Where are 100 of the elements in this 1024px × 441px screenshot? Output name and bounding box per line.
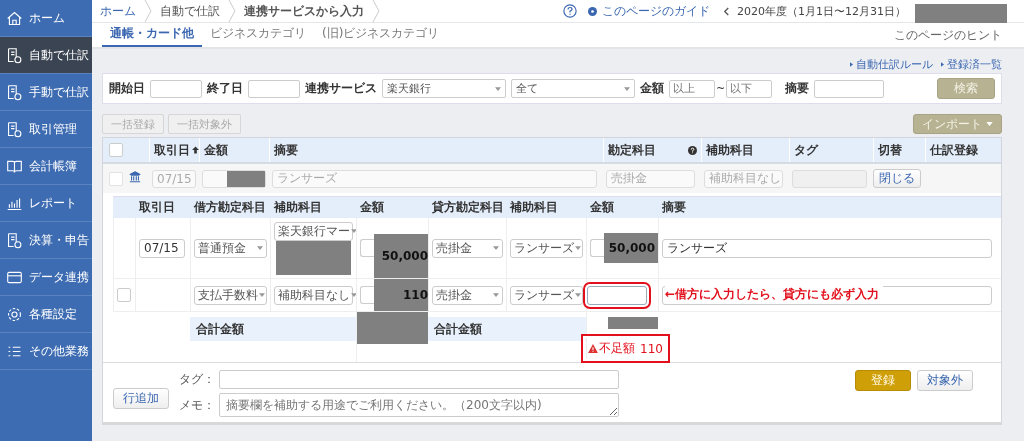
amount-value: 50,000 <box>608 241 655 255</box>
sidebar-item[interactable]: レポート <box>0 185 92 222</box>
help-icon[interactable] <box>563 4 577 18</box>
sidebar-item[interactable]: 決算・申告 <box>0 222 92 259</box>
caret-icon <box>257 246 263 250</box>
tag-field[interactable] <box>792 169 867 188</box>
caret-icon <box>351 293 357 297</box>
chevron-icon <box>144 0 152 22</box>
sub-account-dropdown[interactable]: ランサーズ <box>510 285 583 305</box>
column-header: 摘要 <box>269 138 603 162</box>
exclude-button[interactable]: 対象外 <box>917 370 973 391</box>
column-header[interactable]: 取引日 <box>149 138 199 162</box>
warning-icon <box>588 344 599 353</box>
min-amount-field[interactable]: 以上 <box>669 79 715 98</box>
column-header: 金額 <box>359 199 385 216</box>
tab[interactable]: (旧)ビジネスカテゴリ <box>314 23 448 47</box>
sidebar-item[interactable]: 各種設定 <box>0 296 92 333</box>
caret-icon <box>986 122 993 126</box>
sidebar-item[interactable]: その他業務 <box>0 333 92 370</box>
bullet-icon <box>588 6 597 16</box>
sort-arrow-icon <box>192 146 199 154</box>
previous-icon[interactable] <box>723 6 730 16</box>
breadcrumb-link[interactable]: ホーム <box>92 2 144 20</box>
column-header: 摘要 <box>661 199 687 216</box>
column-header: 補助科目 <box>509 199 559 216</box>
sidebar-item[interactable]: データ連携 <box>0 259 92 296</box>
close-button[interactable]: 閉じる <box>873 169 921 188</box>
caret-icon <box>575 293 581 297</box>
caret-icon <box>493 246 499 250</box>
credit-account-dropdown[interactable]: 売掛金 <box>432 285 503 305</box>
field-label: 開始日 <box>109 80 145 97</box>
credit-account-dropdown[interactable]: 売掛金 <box>432 238 503 258</box>
bank-icon <box>129 171 141 183</box>
caret-icon <box>495 86 501 91</box>
service-dropdown[interactable]: 楽天銀行 <box>382 79 506 98</box>
tag-field[interactable] <box>219 370 619 389</box>
column-header: 仕訳登録 <box>925 138 1001 162</box>
sub-account-dropdown[interactable]: ランサーズ <box>510 238 583 258</box>
guide-link[interactable]: このページのガイド <box>602 2 710 20</box>
hint-link[interactable]: このページのヒント <box>894 27 1002 47</box>
link[interactable]: 自動仕訳ルール <box>850 57 933 71</box>
field-label: 終了日 <box>207 80 243 97</box>
column-header: 補助科目 <box>701 138 789 162</box>
breadcrumb-link[interactable]: 自動で仕訳 <box>152 2 228 20</box>
help-icon[interactable] <box>688 145 697 155</box>
debit-account-dropdown[interactable]: 普通預金 <box>194 238 267 258</box>
tab[interactable]: 通帳・カード他 <box>102 23 202 47</box>
caret-icon <box>351 229 357 233</box>
select-all-checkbox[interactable] <box>109 143 123 157</box>
category-dropdown[interactable]: 全て <box>511 79 635 98</box>
column-header: 金額 <box>589 199 615 216</box>
end-date-field[interactable] <box>248 79 300 98</box>
sidebar-item[interactable]: 手動で仕訳 <box>0 74 92 111</box>
start-date-field[interactable] <box>150 79 202 98</box>
chevron-icon <box>372 0 380 22</box>
column-header: 切替 <box>873 138 925 162</box>
caret-icon <box>624 86 630 91</box>
column-header: 借方勘定科目 <box>193 199 267 216</box>
fiscal-year: 2020年度（1月1日〜12月31日） <box>737 3 906 19</box>
triangle-icon <box>941 61 944 67</box>
caret-icon <box>259 293 265 297</box>
row-checkbox[interactable] <box>117 288 131 302</box>
row-checkbox[interactable] <box>109 171 123 186</box>
debit-account-dropdown[interactable]: 支払手数料 <box>194 285 267 305</box>
home-icon <box>6 9 23 27</box>
field-label: 金額 <box>640 80 664 97</box>
link[interactable]: 登録済一覧 <box>941 57 1002 71</box>
range-separator: ~ <box>716 82 726 95</box>
sub-account-dropdown[interactable]: 補助科目なし <box>274 285 353 305</box>
sub-account-dropdown[interactable]: 楽天銀行マー <box>274 221 353 241</box>
annotation-text: ←借方に入力したら、貸方にも必ず入力 <box>665 286 884 303</box>
memo-textarea[interactable]: 摘要欄を補助する用途でご利用ください。（200文字以内) <box>219 393 619 417</box>
document-icon <box>6 231 23 249</box>
max-amount-field[interactable]: 以下 <box>726 79 773 98</box>
amount-value: 110 <box>402 288 428 302</box>
date-field[interactable]: 07/15 <box>139 238 185 258</box>
caret-icon <box>575 246 581 250</box>
column-header: 貸方勘定科目 <box>431 199 505 216</box>
shortage-value: 110 <box>640 341 663 356</box>
triangle-icon <box>850 61 853 67</box>
caret-icon <box>493 293 499 297</box>
chevron-icon <box>228 0 236 22</box>
redacted-block <box>227 170 265 187</box>
amount-field[interactable]: 50,000 <box>587 233 658 263</box>
memo-field[interactable] <box>814 79 885 98</box>
sidebar-item[interactable]: 自動で仕訳 <box>0 37 92 74</box>
amount-value: 50,000 <box>381 249 428 263</box>
column-header: タグ <box>789 138 873 162</box>
column-header: 取引日 <box>138 199 176 216</box>
memo-field[interactable]: ランサーズ <box>662 238 992 258</box>
sidebar-item[interactable]: 会計帳簿 <box>0 148 92 185</box>
field-label: メモ： <box>179 396 216 414</box>
column-header: 勘定科目 <box>608 141 656 159</box>
settings-icon <box>6 305 23 323</box>
sidebar-item[interactable]: 取引管理 <box>0 111 92 148</box>
shortage-label: 不足額 <box>599 340 636 357</box>
field-label: 連携サービス <box>305 80 377 97</box>
add-row-button[interactable]: 行追加 <box>113 388 169 409</box>
column-header: 金額 <box>199 138 269 162</box>
tab[interactable]: ビジネスカテゴリ <box>202 23 314 47</box>
